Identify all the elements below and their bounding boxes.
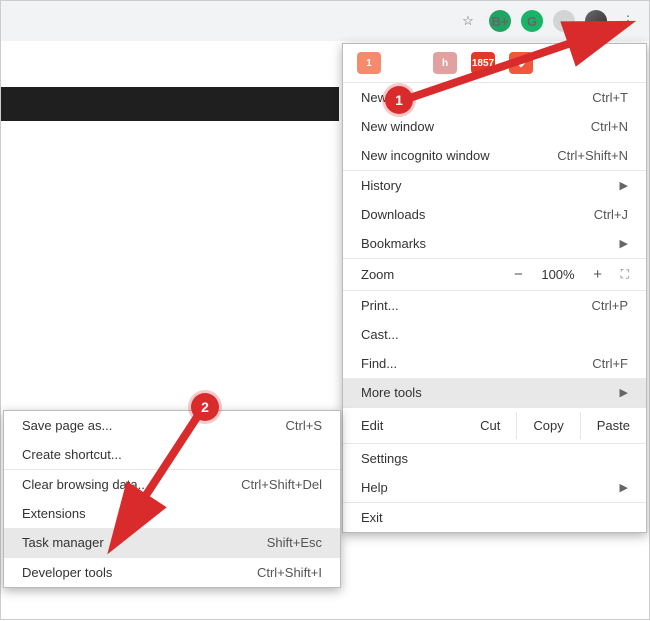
menu-item-shortcut: Ctrl+Shift+I	[257, 565, 322, 580]
extension-overflow-row: 1 👁 h 1857 ◆	[343, 44, 646, 82]
menu-zoom-row: Zoom − 100% + ⛶	[343, 259, 646, 290]
rss-icon[interactable]: ◆	[509, 52, 533, 74]
menu-more-tools[interactable]: More tools ▶	[343, 378, 646, 407]
menu-help[interactable]: Help ▶	[343, 473, 646, 502]
menu-item-shortcut: Ctrl+Shift+N	[557, 148, 628, 163]
chrome-main-menu: 1 👁 h 1857 ◆ New Tab Ctrl+T New window C…	[342, 43, 647, 533]
menu-exit[interactable]: Exit	[343, 503, 646, 532]
menu-item-label: More tools	[361, 385, 422, 400]
kebab-menu-icon[interactable]: ⋮	[617, 10, 639, 32]
menu-item-label: New incognito window	[361, 148, 490, 163]
menu-item-label: Create shortcut...	[22, 447, 122, 462]
submenu-task-manager[interactable]: Task manager Shift+Esc	[4, 528, 340, 557]
menu-item-shortcut: Ctrl+T	[592, 90, 628, 105]
extension-h-icon[interactable]: h	[433, 52, 457, 74]
chevron-right-icon: ▶	[620, 179, 628, 192]
menu-item-label: Find...	[361, 356, 397, 371]
submenu-create-shortcut[interactable]: Create shortcut...	[4, 440, 340, 469]
zoom-value: 100%	[541, 267, 574, 282]
menu-item-label: New window	[361, 119, 434, 134]
chevron-right-icon: ▶	[620, 386, 628, 399]
menu-item-label: Help	[361, 480, 388, 495]
menu-item-label: Clear browsing data...	[22, 477, 148, 492]
menu-item-label: Cast...	[361, 327, 399, 342]
ghostery-icon[interactable]: 1	[357, 52, 381, 74]
extension-robot-icon[interactable]	[553, 10, 575, 32]
menu-item-shortcut: Shift+Esc	[267, 535, 322, 550]
page-dark-banner	[1, 87, 339, 121]
menu-new-incognito[interactable]: New incognito window Ctrl+Shift+N	[343, 141, 646, 170]
submenu-developer-tools[interactable]: Developer tools Ctrl+Shift+I	[4, 558, 340, 587]
menu-item-label: Extensions	[22, 506, 86, 521]
submenu-save-page-as[interactable]: Save page as... Ctrl+S	[4, 411, 340, 440]
menu-item-label: Task manager	[22, 535, 104, 550]
browser-toolbar: ☆ B+ G ⋮	[1, 1, 649, 41]
zoom-out-button[interactable]: −	[507, 266, 529, 283]
paste-button[interactable]: Paste	[580, 412, 646, 439]
menu-item-shortcut: Ctrl+P	[592, 298, 628, 313]
extension-bplus-icon[interactable]: B+	[489, 10, 511, 32]
cut-button[interactable]: Cut	[464, 412, 516, 439]
zoom-label: Zoom	[361, 267, 495, 282]
menu-item-label: New Tab	[361, 90, 411, 105]
menu-print[interactable]: Print... Ctrl+P	[343, 291, 646, 320]
menu-edit-row: Edit Cut Copy Paste	[343, 408, 646, 443]
menu-bookmarks[interactable]: Bookmarks ▶	[343, 229, 646, 258]
privacy-eye-icon[interactable]: 👁	[395, 52, 419, 74]
menu-item-shortcut: Ctrl+S	[286, 418, 322, 433]
more-tools-submenu: Save page as... Ctrl+S Create shortcut..…	[3, 410, 341, 588]
menu-new-tab[interactable]: New Tab Ctrl+T	[343, 83, 646, 112]
menu-item-label: Print...	[361, 298, 399, 313]
menu-item-label: Exit	[361, 510, 383, 525]
chevron-right-icon: ▶	[620, 481, 628, 494]
gmail-badge-icon[interactable]: 1857	[471, 52, 495, 74]
fullscreen-icon[interactable]: ⛶	[621, 267, 628, 282]
menu-downloads[interactable]: Downloads Ctrl+J	[343, 200, 646, 229]
menu-item-shortcut: Ctrl+F	[592, 356, 628, 371]
menu-item-shortcut: Ctrl+N	[591, 119, 628, 134]
menu-cast[interactable]: Cast...	[343, 320, 646, 349]
chevron-right-icon: ▶	[620, 237, 628, 250]
menu-item-label: History	[361, 178, 401, 193]
extension-grammarly-icon[interactable]: G	[521, 10, 543, 32]
zoom-in-button[interactable]: +	[587, 266, 609, 283]
profile-avatar[interactable]	[585, 10, 607, 32]
bookmark-star-icon[interactable]: ☆	[457, 10, 479, 32]
menu-history[interactable]: History ▶	[343, 171, 646, 200]
menu-settings[interactable]: Settings	[343, 444, 646, 473]
menu-item-label: Save page as...	[22, 418, 112, 433]
menu-item-label: Downloads	[361, 207, 425, 222]
edit-label: Edit	[361, 418, 464, 433]
menu-item-label: Settings	[361, 451, 408, 466]
menu-item-label: Bookmarks	[361, 236, 426, 251]
menu-item-shortcut: Ctrl+Shift+Del	[241, 477, 322, 492]
menu-new-window[interactable]: New window Ctrl+N	[343, 112, 646, 141]
submenu-extensions[interactable]: Extensions	[4, 499, 340, 528]
menu-item-shortcut: Ctrl+J	[594, 207, 628, 222]
menu-item-label: Developer tools	[22, 565, 112, 580]
submenu-clear-browsing-data[interactable]: Clear browsing data... Ctrl+Shift+Del	[4, 470, 340, 499]
menu-find[interactable]: Find... Ctrl+F	[343, 349, 646, 378]
copy-button[interactable]: Copy	[516, 412, 579, 439]
